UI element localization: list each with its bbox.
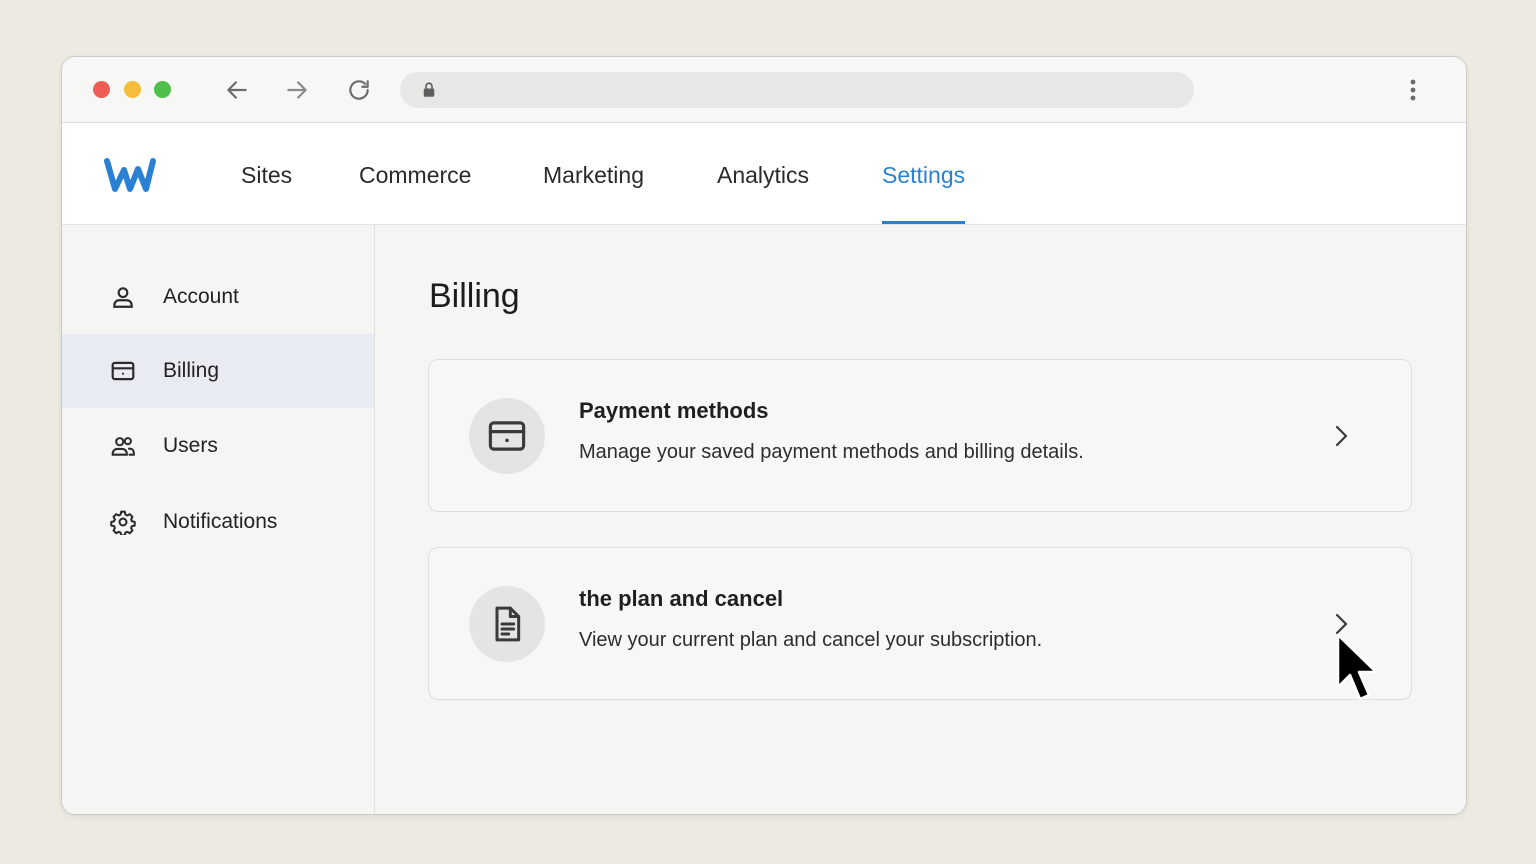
tab-label: Marketing [543,162,644,188]
tab-label: Commerce [359,162,472,188]
arrow-right-icon [287,81,307,99]
settings-sidebar: Account Billing Users Notifications [62,225,375,814]
top-navigation: Sites Commerce Marketing Analytics Setti… [62,123,1466,225]
sidebar-item-notifications[interactable]: Notifications [62,485,374,559]
more-vertical-icon [1410,79,1416,101]
back-button[interactable] [222,75,252,105]
sidebar-item-label: Billing [163,359,220,382]
sidebar-item-label: Users [163,434,218,457]
reload-button[interactable] [344,75,374,105]
browser-toolbar [62,57,1466,123]
card-title: the plan and cancel [579,586,784,611]
browser-menu-button[interactable] [1398,75,1428,105]
close-window-button[interactable] [93,81,110,98]
arrow-left-icon [227,81,247,99]
credit-card-icon [488,421,526,451]
user-icon [113,287,133,308]
tab-label: Analytics [717,162,810,188]
chevron-right-icon [1335,425,1348,447]
tab-analytics[interactable]: Analytics [717,123,809,224]
browser-window: Sites Commerce Marketing Analytics Setti… [61,56,1467,815]
active-tab-indicator [882,221,966,224]
credit-card-icon [111,361,135,381]
users-icon [111,437,135,456]
tab-settings[interactable]: Settings [882,123,966,224]
weebly-logo[interactable] [102,155,158,200]
sidebar-item-label: Notifications [163,510,278,533]
main-content: Billing Payment methods Manage your save… [375,225,1466,814]
sidebar-item-account[interactable]: Account [62,260,374,334]
page-title: Billing [429,277,520,315]
mouse-cursor-icon [1336,633,1378,701]
document-icon [495,606,521,642]
payment-methods-card[interactable]: Payment methods Manage your saved paymen… [428,359,1412,512]
gear-icon [110,510,136,535]
sidebar-item-label: Account [163,285,239,308]
tab-marketing[interactable]: Marketing [543,123,644,224]
tab-sites[interactable]: Sites [241,123,292,224]
card-title: Payment methods [579,398,769,423]
plan-and-cancel-card[interactable]: the plan and cancel View your current pl… [428,547,1412,700]
reload-icon [349,80,369,100]
card-description: View your current plan and cancel your s… [579,629,1043,651]
tab-label: Settings [882,162,966,188]
tab-label: Sites [241,162,293,188]
card-icon-circle [469,398,545,474]
sidebar-item-billing[interactable]: Billing [62,334,374,408]
forward-button[interactable] [282,75,312,105]
maximize-window-button[interactable] [154,81,171,98]
sidebar-item-users[interactable]: Users [62,409,374,483]
logo-w-icon [104,158,156,192]
card-icon-circle [469,586,545,662]
lock-icon [423,82,435,97]
card-description: Manage your saved payment methods and bi… [579,441,1084,463]
minimize-window-button[interactable] [124,81,141,98]
tab-commerce[interactable]: Commerce [359,123,471,224]
address-bar[interactable] [400,72,1194,108]
